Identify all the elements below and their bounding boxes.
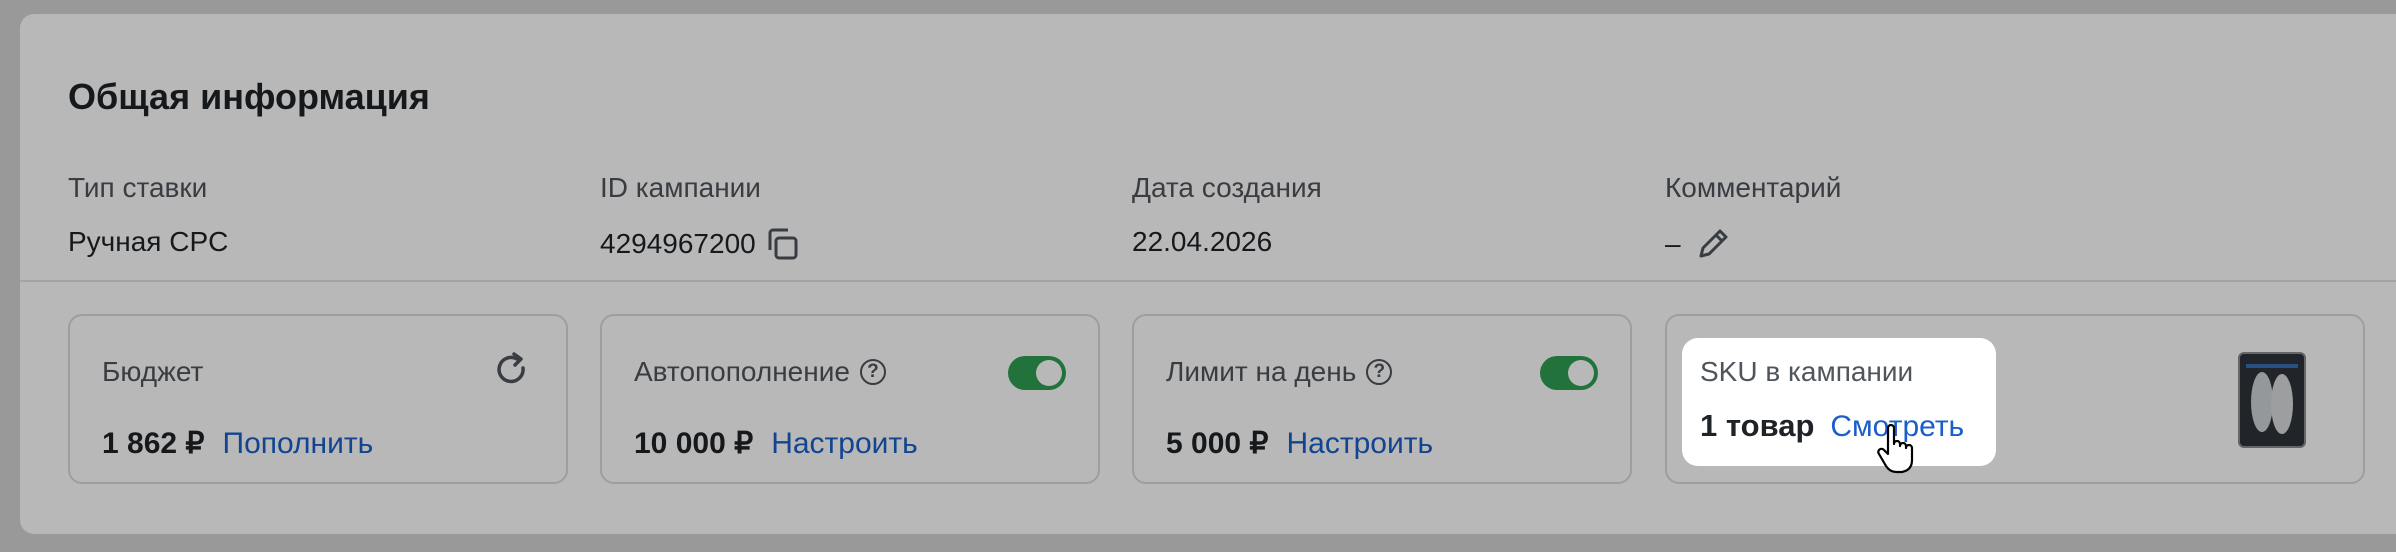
copy-icon[interactable]	[762, 224, 802, 264]
campaign-id-label: ID кампании	[600, 172, 761, 203]
campaign-id-value: 4294967200	[600, 228, 756, 259]
budget-value: 1 862 ₽	[102, 427, 205, 460]
daily-limit-toggle[interactable]	[1540, 356, 1598, 390]
sku-label: SKU в кампании	[1700, 356, 1914, 387]
section-title: Общая информация	[68, 76, 430, 117]
help-icon[interactable]: ?	[1366, 359, 1393, 385]
pencil-icon[interactable]	[1693, 224, 1733, 264]
divider	[20, 280, 2396, 282]
autorefill-toggle[interactable]	[1008, 356, 1066, 390]
help-icon[interactable]: ?	[859, 359, 886, 385]
sku-highlight: SKU в кампании 1 товар Смотреть	[1682, 338, 1996, 466]
comment-value: –	[1665, 228, 1681, 259]
info-campaign-id: ID кампании 4294967200	[600, 172, 802, 264]
info-comment: Комментарий –	[1665, 172, 1841, 264]
autorefill-configure-link[interactable]: Настроить	[771, 427, 918, 461]
daily-limit-card: Лимит на день ? 5 000 ₽ Настроить	[1132, 314, 1632, 484]
created-date-value: 22.04.2026	[1132, 226, 1273, 257]
comment-label: Комментарий	[1665, 172, 1842, 203]
budget-label: Бюджет	[102, 356, 204, 387]
budget-card: Бюджет 1 862 ₽ Пополнить	[68, 314, 568, 484]
daily-limit-configure-link[interactable]: Настроить	[1287, 427, 1434, 461]
top-up-link[interactable]: Пополнить	[223, 427, 374, 461]
autorefill-label: Автопополнение	[634, 356, 850, 387]
general-info-card: Общая информация Тип ставки Ручная CPC I…	[20, 14, 2396, 534]
created-date-label: Дата создания	[1132, 172, 1322, 203]
autorefill-card: Автопополнение ? 10 000 ₽ Настроить	[600, 314, 1100, 484]
daily-limit-label: Лимит на день	[1166, 356, 1357, 387]
info-bid-type: Тип ставки Ручная CPC	[68, 172, 228, 260]
bid-type-value: Ручная CPC	[68, 226, 229, 257]
info-created-date: Дата создания 22.04.2026	[1132, 172, 1322, 260]
hand-cursor-icon	[1877, 424, 1914, 474]
bid-type-label: Тип ставки	[68, 172, 208, 203]
autorefill-value: 10 000 ₽	[634, 427, 754, 460]
daily-limit-value: 5 000 ₽	[1166, 427, 1269, 460]
sku-count: 1 товар	[1700, 408, 1815, 443]
product-thumbnail[interactable]	[2238, 352, 2306, 448]
refresh-icon[interactable]	[492, 350, 532, 390]
